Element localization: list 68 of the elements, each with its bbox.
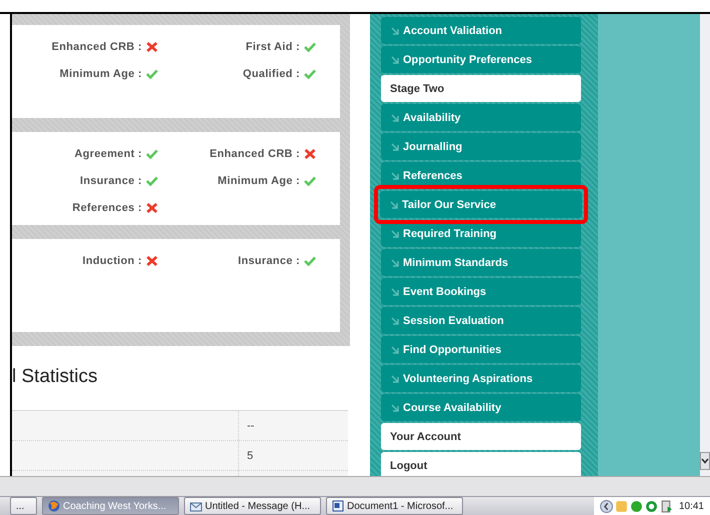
nav-label: Course Availability xyxy=(403,402,502,414)
nav-label: Find Opportunities xyxy=(403,344,502,356)
arrow-icon xyxy=(390,200,398,208)
status-label: First Aid : xyxy=(246,40,300,52)
status-label: Enhanced CRB : xyxy=(210,148,300,160)
status-label: Enhanced CRB : xyxy=(52,40,142,52)
nav-label: Volunteering Aspirations xyxy=(403,372,533,384)
nav-link[interactable]: Find Opportunities xyxy=(381,336,581,363)
arrow-icon xyxy=(391,114,399,122)
status-label: Minimum Age : xyxy=(218,174,300,186)
nav-label: Event Bookings xyxy=(403,286,486,298)
arrow-icon xyxy=(391,374,399,382)
arrow-icon xyxy=(391,26,399,34)
section-heading: l Statistics xyxy=(12,366,99,388)
taskbar-button[interactable]: ... xyxy=(10,497,37,515)
nav-link[interactable]: Course Availability xyxy=(381,394,581,421)
nav-label: References xyxy=(403,170,462,182)
nav-link[interactable]: Account Validation xyxy=(381,17,581,44)
tray-icon[interactable] xyxy=(660,500,673,512)
nav-section-link[interactable]: Stage Two xyxy=(381,75,581,102)
nav-link[interactable]: Tailor Our Service xyxy=(380,191,582,218)
status-label: References : xyxy=(72,202,142,214)
arrow-icon xyxy=(391,258,399,266)
nav-label: Account Validation xyxy=(403,24,502,36)
scroll-down-button[interactable] xyxy=(700,452,710,470)
nav-label: Availability xyxy=(403,112,461,124)
nav-label: Journalling xyxy=(403,140,462,152)
table-cell-text: -- xyxy=(246,418,254,434)
globe-icon xyxy=(48,500,60,512)
nav-link[interactable]: Session Evaluation xyxy=(381,307,581,334)
tray-icon[interactable] xyxy=(644,500,658,512)
status-label: Qualified : xyxy=(242,68,300,80)
taskbar-button[interactable]: Untitled - Message (H... xyxy=(184,497,321,515)
chevron-icon[interactable] xyxy=(600,500,613,512)
document-icon xyxy=(332,500,344,512)
nav-link[interactable]: Volunteering Aspirations xyxy=(381,365,581,392)
nav-link[interactable]: Journalling xyxy=(381,133,581,160)
status-label: Induction : xyxy=(82,254,142,266)
nav-label: Session Evaluation xyxy=(403,314,504,326)
envelope-icon xyxy=(190,500,202,512)
arrow-icon xyxy=(391,56,399,64)
nav-section-link[interactable]: Your Account xyxy=(381,423,581,450)
chevron-down-icon xyxy=(701,458,709,464)
taskbar-button[interactable]: Coaching West Yorks... xyxy=(42,497,179,515)
clock: 10:41 xyxy=(678,500,704,512)
nav-label: Minimum Standards xyxy=(403,256,508,268)
nav-link[interactable]: Availability xyxy=(381,104,581,131)
nav-link[interactable]: Minimum Standards xyxy=(381,249,581,276)
arrow-icon xyxy=(391,316,399,324)
arrow-icon xyxy=(391,288,399,296)
nav-label: Opportunity Preferences xyxy=(403,54,532,66)
nav-section-link[interactable]: Logout xyxy=(381,452,581,476)
nav-label: Required Training xyxy=(403,228,497,240)
status-label: Minimum Age : xyxy=(60,68,142,80)
nav-link[interactable]: Opportunity Preferences xyxy=(381,46,581,73)
taskbar-button[interactable]: Document1 - Microsof... xyxy=(326,497,463,515)
table-cell-text: 5 xyxy=(246,448,254,464)
status-label: Insurance : xyxy=(238,254,300,266)
status-label: Insurance : xyxy=(80,174,142,186)
nav-label: Tailor Our Service xyxy=(402,198,496,210)
tray-icon[interactable] xyxy=(630,500,643,512)
nav-link[interactable]: Event Bookings xyxy=(381,278,581,305)
arrow-icon xyxy=(391,172,399,180)
arrow-icon xyxy=(391,142,399,150)
arrow-icon xyxy=(391,230,399,238)
arrow-icon xyxy=(391,404,399,412)
status-label: Agreement : xyxy=(74,148,142,160)
arrow-icon xyxy=(391,346,399,354)
